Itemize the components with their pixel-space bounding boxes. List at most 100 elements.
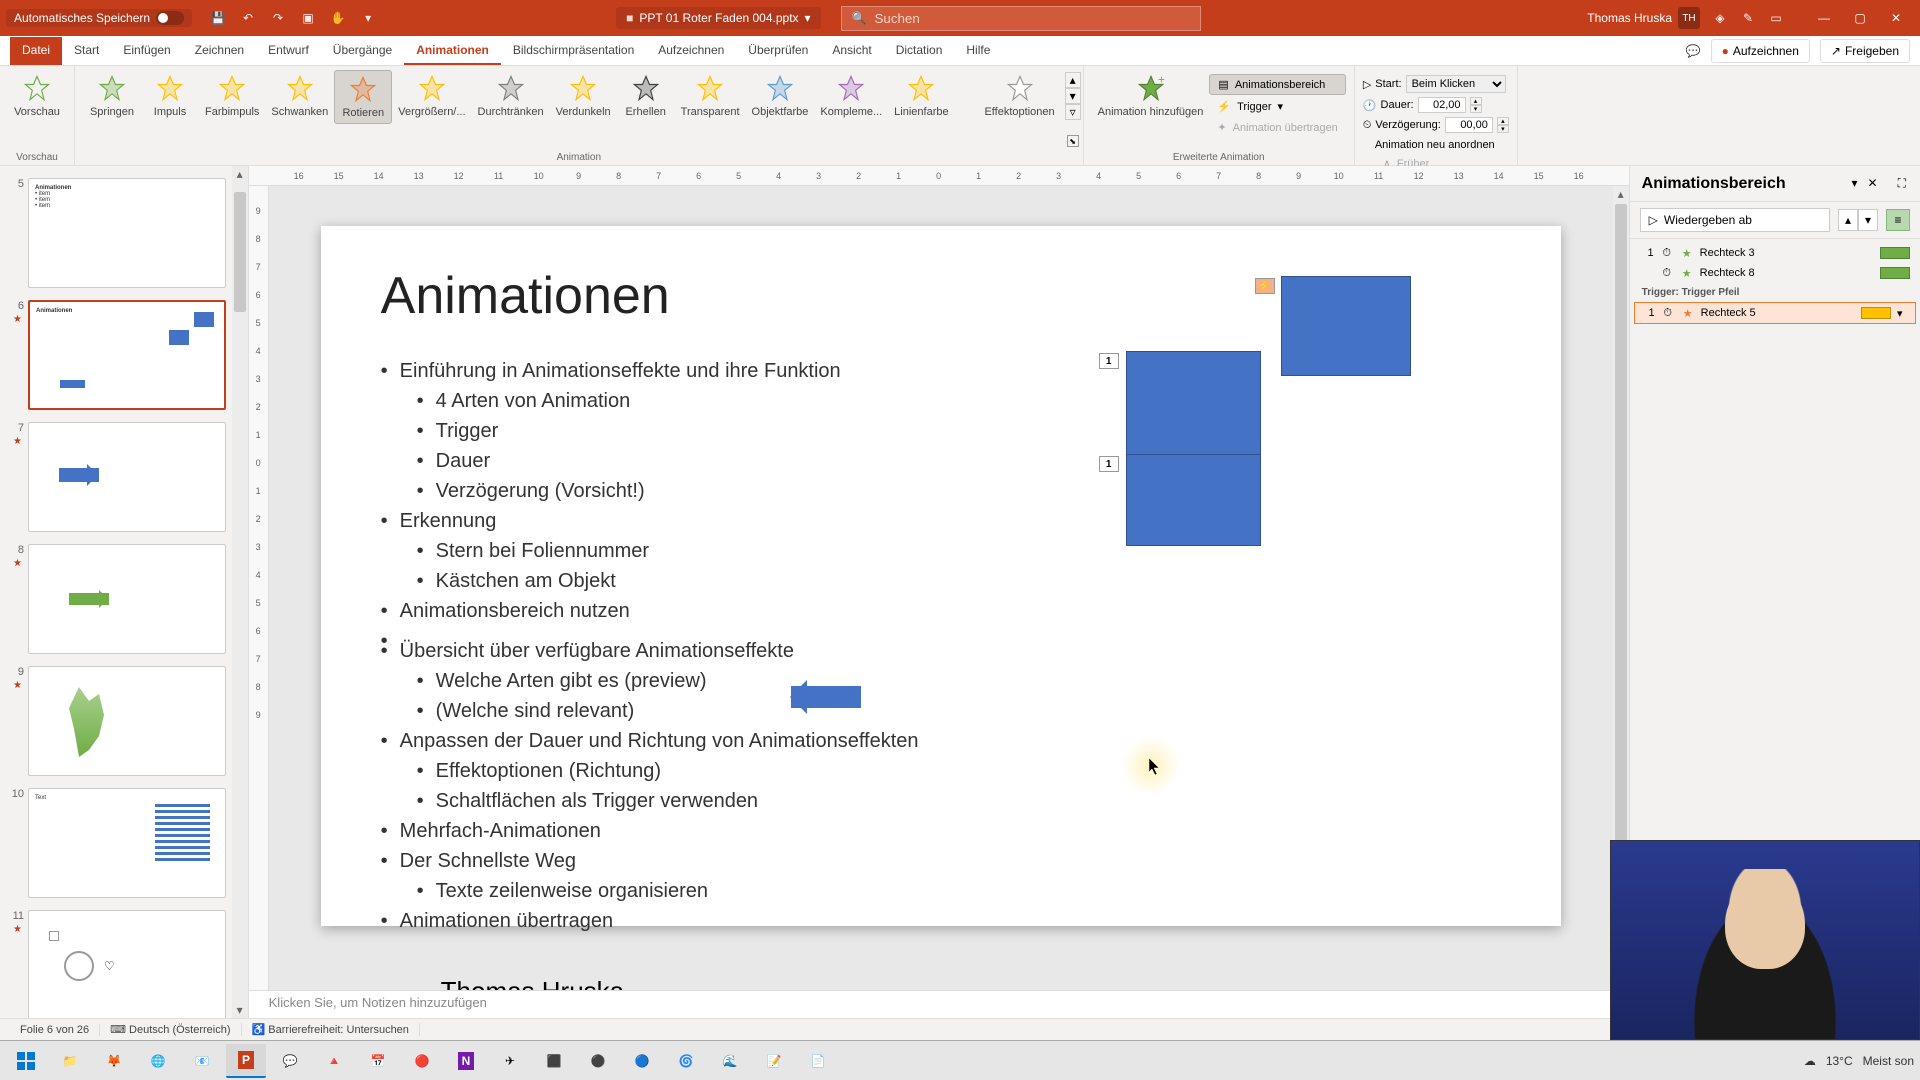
effect-rotieren[interactable]: Rotieren xyxy=(334,70,392,124)
qat-more-icon[interactable]: ▾ xyxy=(360,10,376,26)
bullet-item[interactable]: Animationen übertragen xyxy=(381,906,1501,936)
effect-transparent[interactable]: Transparent xyxy=(675,70,746,122)
vlc-icon[interactable]: 🔺 xyxy=(314,1044,354,1078)
thumb-7[interactable]: 7★ xyxy=(0,416,248,538)
anim-tag-1[interactable]: 1 xyxy=(1099,353,1119,369)
duration-up[interactable]: ▴ xyxy=(1470,97,1482,105)
tab-animationen[interactable]: Animationen xyxy=(404,37,501,65)
trigger-button[interactable]: ⚡Trigger▾ xyxy=(1209,97,1345,116)
comments-icon[interactable]: 💬 xyxy=(1686,44,1701,58)
effect-farbimpuls[interactable]: Farbimpuls xyxy=(199,70,265,122)
maximize-button[interactable]: ▢ xyxy=(1842,4,1878,32)
bullet-item[interactable]: Texte zeilenweise organisieren xyxy=(417,876,1501,906)
tab-zeichnen[interactable]: Zeichnen xyxy=(183,37,256,65)
rectangle-shape-1[interactable] xyxy=(1281,276,1411,376)
duration-down[interactable]: ▾ xyxy=(1470,105,1482,113)
preview-button[interactable]: Vorschau xyxy=(8,70,66,122)
bullet-item[interactable]: Stern bei Foliennummer xyxy=(417,536,1501,566)
effect-kompleme[interactable]: Kompleme... xyxy=(814,70,888,122)
bullet-item[interactable]: Trigger xyxy=(417,416,1501,446)
effect-linienfarbe[interactable]: Linienfarbe xyxy=(888,70,954,122)
bullet-item[interactable]: 4 Arten von Animation xyxy=(417,386,1501,416)
editor-scroll-handle[interactable] xyxy=(1615,204,1627,940)
gallery-more-button[interactable]: ▿ xyxy=(1065,104,1081,120)
anim-tag-2[interactable]: 1 xyxy=(1099,456,1119,472)
outlook-icon[interactable]: 📧 xyxy=(182,1044,222,1078)
animation-launcher[interactable]: ⬊ xyxy=(1067,135,1079,147)
effect-vergrern[interactable]: Vergrößern/... xyxy=(392,70,471,122)
calendar-icon[interactable]: 📅 xyxy=(358,1044,398,1078)
pane-dropdown-icon[interactable]: ▾ xyxy=(1850,174,1860,193)
bullet-item[interactable]: (Welche sind relevant) xyxy=(417,696,1501,726)
effect-options-button[interactable]: Effektoptionen xyxy=(978,70,1060,122)
thumb-6[interactable]: 6★Animationen xyxy=(0,294,248,416)
minimize-button[interactable]: — xyxy=(1806,4,1842,32)
file-explorer-icon[interactable]: 📁 xyxy=(50,1044,90,1078)
tab-start[interactable]: Start xyxy=(62,37,111,65)
filename-button[interactable]: ■ PPT 01 Roter Faden 004.pptx ▾ xyxy=(616,7,821,29)
todoist-icon[interactable]: 🔴 xyxy=(402,1044,442,1078)
telegram-icon[interactable]: ✈ xyxy=(490,1044,530,1078)
tab-entwurf[interactable]: Entwurf xyxy=(256,37,321,65)
slide-bullets[interactable]: Einführung in Animationseffekte und ihre… xyxy=(381,356,1501,936)
anim-tag-trigger[interactable]: ⚡ xyxy=(1255,278,1275,294)
touch-mode-icon[interactable]: ✋ xyxy=(330,10,346,26)
animation-pane-toggle[interactable]: ▤Animationsbereich xyxy=(1209,74,1345,95)
firefox-icon[interactable]: 🦊 xyxy=(94,1044,134,1078)
slide-author[interactable]: Thomas Hruska xyxy=(441,976,1501,990)
thumb-9[interactable]: 9★ xyxy=(0,660,248,782)
effect-durchtrnken[interactable]: Durchtränken xyxy=(472,70,550,122)
arrow-shape[interactable] xyxy=(791,686,861,708)
thumbs-scrollbar[interactable]: ▴ ▾ xyxy=(232,166,248,1018)
move-up-button[interactable]: ▴ xyxy=(1838,209,1858,231)
tab-überprüfen[interactable]: Überprüfen xyxy=(736,37,820,65)
animation-painter-button[interactable]: ✦Animation übertragen xyxy=(1209,118,1345,137)
autosave-toggle[interactable]: Automatisches Speichern xyxy=(6,9,192,27)
record-app-icon[interactable]: 🔵 xyxy=(622,1044,662,1078)
bullet-item[interactable]: Schaltflächen als Trigger verwenden xyxy=(417,786,1501,816)
thumb-10[interactable]: 10Text xyxy=(0,782,248,904)
onenote-icon[interactable]: N xyxy=(446,1044,486,1078)
add-animation-button[interactable]: + Animation hinzufügen xyxy=(1092,70,1210,122)
thumb-8[interactable]: 8★ xyxy=(0,538,248,660)
effect-schwanken[interactable]: Schwanken xyxy=(265,70,334,122)
pane-close-icon[interactable]: ✕ xyxy=(1866,174,1880,193)
timeline-toggle[interactable]: ≡ xyxy=(1886,209,1910,231)
notepad-icon[interactable]: 📝 xyxy=(754,1044,794,1078)
search-input[interactable] xyxy=(875,11,1190,26)
app-icon-1[interactable]: ⬛ xyxy=(534,1044,574,1078)
pen-icon[interactable]: ✎ xyxy=(1740,10,1756,26)
start-button[interactable] xyxy=(6,1044,46,1078)
tab-übergänge[interactable]: Übergänge xyxy=(321,37,404,65)
scroll-up-button[interactable]: ▴ xyxy=(232,166,248,182)
tab-bildschirmpräsentation[interactable]: Bildschirmpräsentation xyxy=(501,37,646,65)
edge-icon[interactable]: 🌊 xyxy=(710,1044,750,1078)
powerpoint-icon[interactable]: P xyxy=(226,1044,266,1078)
close-button[interactable]: ✕ xyxy=(1878,4,1914,32)
obs-icon[interactable]: ⚫ xyxy=(578,1044,618,1078)
slide-position[interactable]: Folie 6 von 26 xyxy=(10,1024,100,1036)
tab-aufzeichnen[interactable]: Aufzeichnen xyxy=(646,37,736,65)
bullet-item[interactable]: Der Schnellste Weg xyxy=(381,846,1501,876)
share-button[interactable]: ↗Freigeben xyxy=(1820,39,1910,63)
rectangle-shape-2[interactable] xyxy=(1126,351,1261,456)
bullet-item[interactable]: Mehrfach-Animationen xyxy=(381,816,1501,846)
effect-impuls[interactable]: Impuls xyxy=(141,70,199,122)
autosave-switch[interactable] xyxy=(156,11,184,25)
search-box[interactable]: 🔍 xyxy=(841,6,1201,31)
slideshow-start-icon[interactable]: ▣ xyxy=(300,10,316,26)
gallery-up-button[interactable]: ▴ xyxy=(1065,72,1081,88)
tab-datei[interactable]: Datei xyxy=(10,37,62,65)
bullet-item[interactable]: Welche Arten gibt es (preview) xyxy=(417,666,1501,696)
tab-hilfe[interactable]: Hilfe xyxy=(954,37,1002,65)
bullet-item[interactable]: Anpassen der Dauer und Richtung von Anim… xyxy=(381,726,1501,756)
anim-item-rechteck-5[interactable]: 1⏱★Rechteck 5▾ xyxy=(1634,302,1916,324)
teams-icon[interactable]: 💬 xyxy=(270,1044,310,1078)
scroll-down-button[interactable]: ▾ xyxy=(232,1002,248,1018)
gallery-down-button[interactable]: ▾ xyxy=(1065,88,1081,104)
rectangle-shape-3[interactable] xyxy=(1126,454,1261,546)
play-from-button[interactable]: ▷ Wiedergeben ab xyxy=(1640,208,1830,232)
start-select[interactable]: Beim Klicken xyxy=(1406,75,1506,93)
bullet-item[interactable]: Übersicht über verfügbare Animationseffe… xyxy=(381,636,1501,666)
scroll-handle[interactable] xyxy=(234,192,246,312)
